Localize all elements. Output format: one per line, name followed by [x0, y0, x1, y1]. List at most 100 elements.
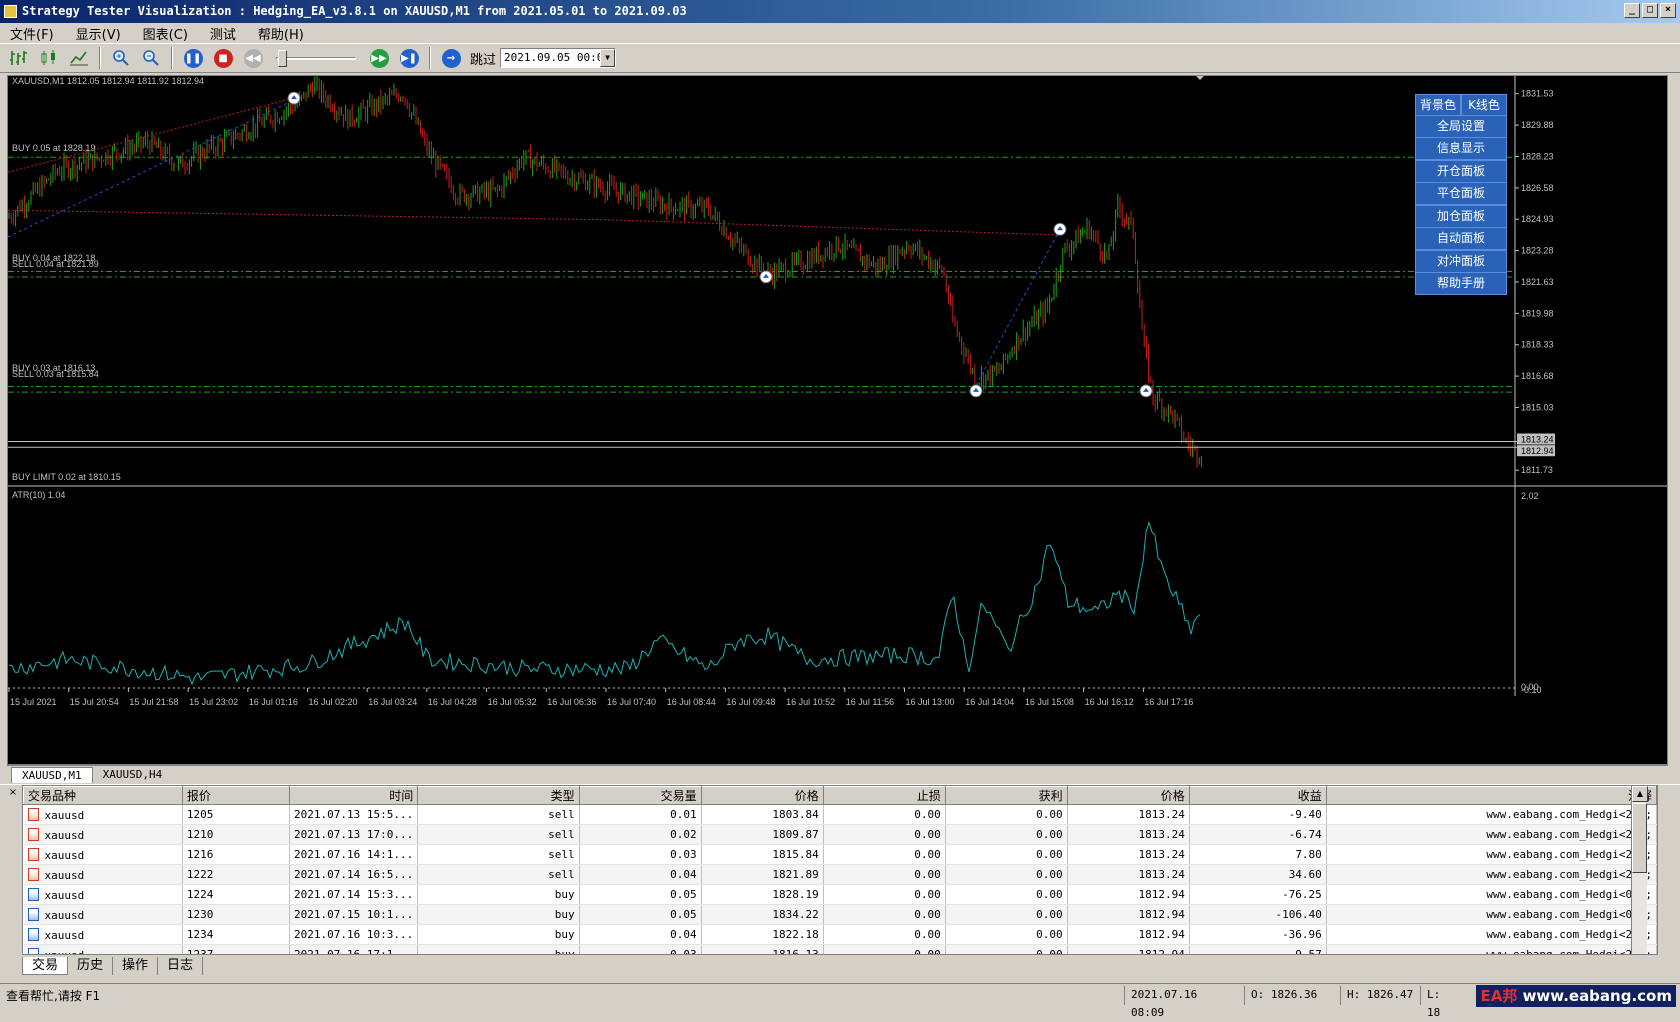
col-ticket[interactable]: 报价	[181, 786, 290, 805]
price-chart[interactable]: BUY 0.05 at 1828.19 BUY 0.04 at 1822.18 SE…	[7, 75, 1668, 765]
table-row[interactable]: xauusd 1216 2021.07.16 14:1... sell 0.03 1815…	[23, 844, 1657, 865]
tab-journal[interactable]: 日志	[158, 957, 204, 975]
cell-text: 0.00	[1036, 868, 1063, 881]
line-chart-icon[interactable]	[66, 46, 92, 70]
next-step-icon[interactable]: ▶❚	[396, 46, 422, 70]
close-panel-button[interactable]: 平仓面板	[1415, 182, 1507, 205]
dropdown-arrow-icon[interactable]: ▼	[600, 49, 616, 67]
cell-text: www.eabang.com_Hedgi<2>8;	[1486, 948, 1652, 955]
table-row[interactable]: xauusd 1222 2021.07.14 16:5... sell 0.04 1821…	[23, 864, 1657, 885]
table-cell: 0.00	[945, 864, 1068, 885]
cell-text: 0.00	[914, 888, 941, 901]
col-profit[interactable]: 收益	[1188, 786, 1327, 805]
info-display-button[interactable]: 信息显示	[1415, 137, 1507, 160]
stop-icon[interactable]: ■	[210, 46, 236, 70]
table-row[interactable]: xauusd 1210 2021.07.13 17:0... sell 0.02 1809…	[23, 824, 1657, 845]
table-cell: 0.00	[823, 804, 946, 825]
global-settings-button[interactable]: 全局设置	[1415, 115, 1507, 138]
col-take-profit[interactable]: 获利	[944, 786, 1068, 805]
table-cell: www.eabang.com_Hedgi<2>3;	[1326, 824, 1657, 845]
price-tick-label: 1811.73	[1521, 465, 1553, 475]
table-row[interactable]: xauusd 1237 2021.07.16 17:1... buy 0.03 1816.…	[23, 944, 1657, 955]
menu-file[interactable]: 文件(F)	[10, 24, 54, 43]
tab-trade[interactable]: 交易	[22, 957, 69, 975]
cell-text: xauusd	[44, 928, 85, 942]
menu-help[interactable]: 帮助(H)	[258, 24, 304, 43]
order-level-label: SELL 0.03 at 1815.84	[12, 369, 99, 379]
cell-text: xauusd	[44, 828, 85, 842]
table-cell: 0.00	[823, 864, 946, 885]
price-tick-label: 1819.98	[1521, 308, 1554, 318]
table-cell: 2021.07.13 15:5...	[289, 804, 419, 825]
zoom-out-icon[interactable]	[138, 46, 164, 70]
cell-text: 0.00	[914, 808, 941, 821]
skip-icon[interactable]: →	[438, 46, 464, 70]
skip-label[interactable]: 跳过	[470, 49, 496, 68]
col-type[interactable]: 类型	[417, 786, 580, 805]
cell-text: 0.05	[670, 888, 697, 901]
col-time[interactable]: 时间	[288, 786, 419, 805]
menu-view[interactable]: 显示(V)	[76, 24, 121, 43]
candlestick-icon[interactable]	[36, 46, 62, 70]
cell-text: www.eabang.com_Hedgi<2>1;	[1486, 808, 1652, 821]
help-manual-button[interactable]: 帮助手册	[1415, 272, 1507, 295]
col-symbol[interactable]: 交易品种	[23, 786, 183, 805]
orders-table: 交易品种 报价 时间 类型 交易量 价格 止损 获利 价格 收益 注释 xauu…	[22, 785, 1658, 955]
title-bar: Strategy Tester Visualization : Hedging_…	[0, 0, 1680, 23]
table-cell: buy	[417, 944, 580, 954]
menu-chart[interactable]: 图表(C)	[143, 24, 188, 43]
table-row[interactable]: xauusd 1205 2021.07.13 15:5... sell 0.01 1803…	[23, 804, 1657, 825]
table-cell: 0.00	[823, 904, 946, 925]
hedge-panel-button[interactable]: 对冲面板	[1415, 250, 1507, 273]
cell-text: 34.60	[1288, 868, 1322, 881]
cell-text: www.eabang.com_Hedgi<2>5;	[1486, 868, 1652, 881]
table-cell: 0.00	[945, 844, 1068, 865]
col-stop-loss[interactable]: 止损	[822, 786, 946, 805]
auto-panel-button[interactable]: 自动面板	[1415, 227, 1507, 250]
status-open: O: 1826.36	[1244, 986, 1338, 1005]
background-color-button[interactable]: 背景色	[1415, 94, 1461, 117]
zoom-in-icon[interactable]	[108, 46, 134, 70]
table-row[interactable]: xauusd 1230 2021.07.15 10:1... buy 0.05 1834.…	[23, 904, 1657, 925]
fast-forward-icon[interactable]: ▶▶	[366, 46, 392, 70]
open-panel-button[interactable]: 开仓面板	[1415, 160, 1507, 183]
col-volume[interactable]: 交易量	[578, 786, 702, 805]
time-tick-label: 15 Jul 2021	[10, 697, 57, 707]
skip-date-select[interactable]: 2021.09.05 00:00 ▼	[500, 48, 617, 68]
terminal-close-icon[interactable]: ×	[7, 787, 19, 798]
rewind-icon[interactable]: ◀◀	[240, 46, 266, 70]
tab-history[interactable]: 历史	[68, 957, 114, 975]
add-position-panel-button[interactable]: 加仓面板	[1415, 205, 1507, 228]
minimize-button[interactable]: _	[1624, 3, 1640, 18]
table-scrollbar[interactable]: ▲	[1631, 786, 1648, 954]
col-comment[interactable]: 注释	[1325, 786, 1657, 805]
pause-icon[interactable]: ❚❚	[180, 46, 206, 70]
table-row[interactable]: xauusd 1224 2021.07.14 15:3... buy 0.05 1828.…	[23, 884, 1657, 905]
chart-tab-h4[interactable]: XAUUSD,H4	[93, 767, 173, 783]
candle-color-button[interactable]: K线色	[1461, 94, 1507, 117]
cell-text: -76.25	[1282, 888, 1322, 901]
table-cell: 1821.89	[701, 864, 824, 885]
atr-line	[8, 520, 1201, 686]
col-open-price[interactable]: 价格	[700, 786, 824, 805]
table-row[interactable]: xauusd 1234 2021.07.16 10:3... buy 0.04 1822.…	[23, 924, 1657, 945]
cell-text: 0.00	[914, 908, 941, 921]
cell-text: 1816.13	[772, 948, 819, 955]
chart-info-label: XAUUSD,M1 1812.05 1812.94 1811.92 1812.9…	[12, 76, 204, 86]
close-button[interactable]: ×	[1660, 3, 1676, 18]
toolbar-separator	[171, 47, 173, 69]
time-tick-label: 16 Jul 01:16	[249, 697, 298, 707]
tab-operations[interactable]: 操作	[113, 957, 159, 975]
maximize-button[interactable]: □	[1642, 3, 1658, 18]
speed-slider-thumb[interactable]	[278, 50, 287, 67]
speed-slider[interactable]	[276, 48, 356, 68]
menu-test[interactable]: 测试	[210, 24, 236, 43]
table-cell: 0.03	[579, 844, 702, 865]
bar-chart-icon[interactable]	[6, 46, 32, 70]
scroll-thumb[interactable]	[1632, 803, 1647, 873]
chart-tab-m1[interactable]: XAUUSD,M1	[11, 767, 93, 783]
col-current-price[interactable]: 价格	[1066, 786, 1190, 805]
cell-text: www.eabang.com_Hedgi<0>6;	[1486, 908, 1652, 921]
table-cell: 0.04	[579, 924, 702, 945]
scroll-up-icon[interactable]: ▲	[1632, 786, 1648, 802]
